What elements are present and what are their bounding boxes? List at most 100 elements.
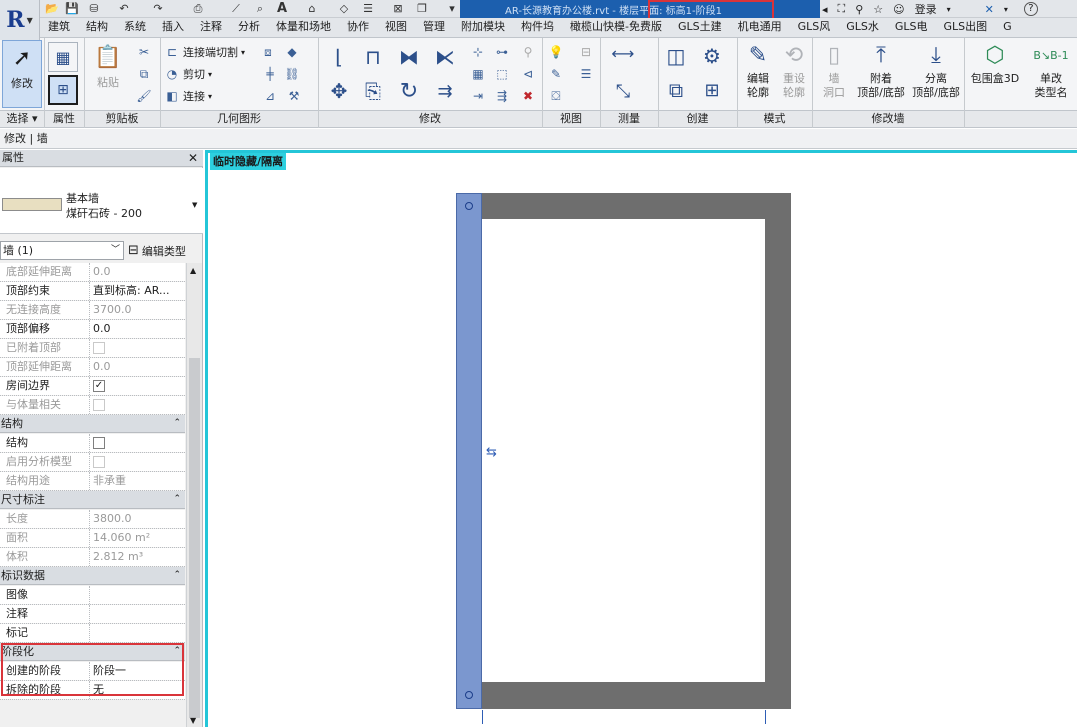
property-row[interactable]: 图像 xyxy=(0,586,185,605)
split-face-icon[interactable]: ⧈ xyxy=(260,44,276,60)
measure-distance-icon[interactable]: ⟷ xyxy=(608,44,638,63)
tab-7[interactable]: 协作 xyxy=(339,18,377,37)
checkbox-checked[interactable]: ✓ xyxy=(93,380,105,392)
tab-15[interactable]: GLS风 xyxy=(790,18,839,37)
linework-icon[interactable]: ✎ xyxy=(548,66,564,82)
join-geometry-tool[interactable]: ◧ 连接 ▾ xyxy=(164,88,212,104)
scale-icon[interactable]: ⬚ xyxy=(494,66,510,82)
redo-icon[interactable]: ↷ xyxy=(150,0,166,17)
tab-8[interactable]: 视图 xyxy=(377,18,415,37)
property-row[interactable]: 已附着顶部 xyxy=(0,339,185,358)
login-link[interactable]: 登录 xyxy=(915,1,937,17)
move-icon[interactable]: ✥ xyxy=(326,78,352,104)
instance-filter-dropdown[interactable]: 墙 (1) ﹀ xyxy=(0,241,124,260)
group-header-dims[interactable]: 尺寸标注 ⌃ xyxy=(0,491,185,509)
split-gap-icon[interactable]: ⊶ xyxy=(494,44,510,60)
customize-qat-icon[interactable]: ▾ xyxy=(444,0,460,17)
save-icon[interactable]: 💾 xyxy=(64,0,80,17)
unpin-icon[interactable]: ⊲ xyxy=(520,66,536,82)
text-icon[interactable]: A xyxy=(274,0,290,17)
property-row[interactable]: 启用分析模型 xyxy=(0,453,185,472)
property-row[interactable]: 顶部延伸距离 0.0 xyxy=(0,358,185,377)
selected-wall[interactable] xyxy=(456,193,482,709)
paint-icon[interactable]: ◆ xyxy=(284,44,300,60)
close-icon[interactable]: ✕ xyxy=(188,150,198,166)
collapse-chevron-icon[interactable]: ⌃ xyxy=(173,415,181,432)
property-row[interactable]: 房间边界 ✓ xyxy=(0,377,185,396)
tab-16[interactable]: GLS水 xyxy=(838,18,887,37)
bounding-box-3d-button[interactable]: ⬡ 包围盒3D xyxy=(966,40,1024,86)
edit-profile-button[interactable]: ✎ 编辑 轮廓 xyxy=(740,40,776,100)
sync-icon[interactable]: ⛁ xyxy=(86,0,102,17)
section-icon[interactable]: ◇ xyxy=(336,0,352,17)
property-value[interactable] xyxy=(90,586,185,604)
switch-windows-icon[interactable]: ❐ xyxy=(414,0,430,17)
chevron-left-icon[interactable]: ◂ xyxy=(822,3,828,16)
tag-icon[interactable]: ⌕ xyxy=(252,0,268,17)
match-type-icon[interactable]: 🖌 xyxy=(136,88,152,104)
help-icon[interactable]: ? xyxy=(1023,2,1038,16)
modify-button[interactable]: ➚ 修改 xyxy=(2,40,42,108)
array-icon[interactable]: ▦ xyxy=(470,66,486,82)
property-row[interactable]: 体积 2.812 m³ xyxy=(0,548,185,567)
tab-4[interactable]: 注释 xyxy=(192,18,230,37)
cut-geometry-tool[interactable]: ◔ 剪切 ▾ xyxy=(164,66,212,82)
create-group-icon[interactable]: ⧉ xyxy=(662,76,690,104)
property-row[interactable]: 结构 xyxy=(0,434,185,453)
tab-1[interactable]: 结构 xyxy=(78,18,116,37)
dimension-icon[interactable]: ⤡ xyxy=(608,78,638,104)
copy-icon[interactable]: ⧉ xyxy=(136,66,152,82)
property-row[interactable]: 注释 xyxy=(0,605,185,624)
hide-bulb-icon[interactable]: 💡 xyxy=(548,44,564,60)
tab-10[interactable]: 附加模块 xyxy=(453,18,513,37)
edit-type-button[interactable]: ⊟ 编辑类型 xyxy=(128,241,186,260)
detach-top-base-button[interactable]: ⤓ 分离 顶部/底部 xyxy=(908,40,964,100)
property-row[interactable]: 长度 3800.0 xyxy=(0,510,185,529)
property-checkbox[interactable] xyxy=(90,434,185,452)
properties-type-button[interactable]: ▦ xyxy=(48,42,78,72)
demolish-icon[interactable]: ⛓ xyxy=(284,66,300,82)
tab-17[interactable]: GLS电 xyxy=(887,18,936,37)
view-filter-icon[interactable]: ☰ xyxy=(578,66,594,82)
scrollbar-thumb[interactable] xyxy=(189,358,200,718)
collapse-chevron-icon[interactable]: ⌃ xyxy=(173,567,181,584)
property-value[interactable]: 0.0 xyxy=(90,320,185,338)
mirror-axis-icon[interactable]: ⧓ xyxy=(396,44,422,70)
override-graphics-icon[interactable]: ⊟ xyxy=(578,44,594,60)
dropdown-caret-icon[interactable]: ▾ xyxy=(1004,5,1008,14)
print-icon[interactable]: ⎙ xyxy=(190,0,206,17)
dropdown-caret-icon[interactable]: ▾ xyxy=(947,5,951,14)
3d-view-icon[interactable]: ⌂ xyxy=(304,0,320,17)
hammer-icon[interactable]: ⚒ xyxy=(286,88,302,104)
property-value[interactable] xyxy=(90,624,185,642)
paste-button[interactable]: 📋 粘贴 xyxy=(88,40,128,90)
open-icon[interactable]: 📂 xyxy=(44,0,60,17)
collapse-chevron-icon[interactable]: ⌃ xyxy=(173,491,181,508)
tab-5[interactable]: 分析 xyxy=(230,18,268,37)
properties-toggle-button[interactable]: ⊞ xyxy=(48,75,78,105)
property-row[interactable]: 面积 14.060 m² xyxy=(0,529,185,548)
property-row[interactable]: 顶部偏移 0.0 xyxy=(0,320,185,339)
property-checkbox[interactable]: ✓ xyxy=(90,377,185,395)
close-hidden-icon[interactable]: ⊠ xyxy=(390,0,406,17)
scroll-down-icon[interactable]: ▼ xyxy=(190,716,196,725)
panel-label-select[interactable]: 选择 ▾ xyxy=(0,111,44,128)
undo-icon[interactable]: ↶ xyxy=(116,0,132,17)
property-row[interactable]: 底部延伸距离 0.0 xyxy=(0,263,185,282)
property-row[interactable]: 无连接高度 3700.0 xyxy=(0,301,185,320)
cut-scissors-icon[interactable]: ✂ xyxy=(136,44,152,60)
split-element-icon[interactable]: ⊹ xyxy=(470,44,486,60)
create-parts-icon[interactable]: ⚙ xyxy=(698,42,726,70)
tab-3[interactable]: 插入 xyxy=(154,18,192,37)
checkbox-unchecked[interactable] xyxy=(93,437,105,449)
tab-14[interactable]: 机电通用 xyxy=(730,18,790,37)
property-row[interactable]: 标记 xyxy=(0,624,185,643)
paint-bucket-icon[interactable]: ⛋ xyxy=(548,88,564,104)
measure-icon[interactable]: ⟋ xyxy=(228,0,244,17)
wall-end-grip-top[interactable] xyxy=(465,202,473,210)
wall-joins-icon[interactable]: ╪ xyxy=(262,66,278,82)
property-row[interactable]: 顶部约束 直到标高: AR... xyxy=(0,282,185,301)
trim-multiple-icon[interactable]: ⇶ xyxy=(494,88,510,104)
beam-join-icon[interactable]: ⊿ xyxy=(262,88,278,104)
binoculars-icon[interactable]: ⛶ xyxy=(838,2,846,16)
